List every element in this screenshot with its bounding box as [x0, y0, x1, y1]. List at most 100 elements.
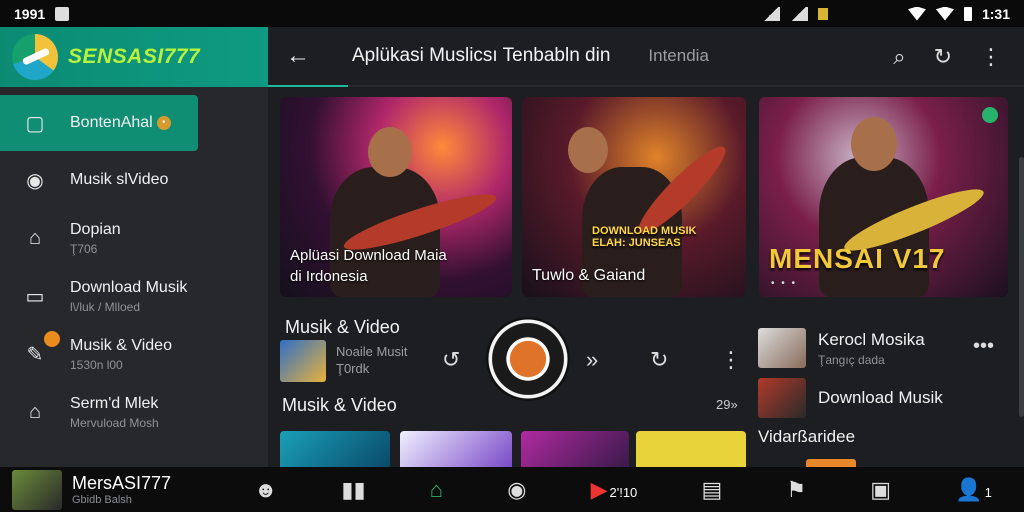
home-icon: ⌂ — [28, 226, 42, 249]
profile-label: 1 — [984, 484, 992, 500]
card-caption: Aplüasi Download Maia di Irdonesia — [290, 247, 447, 285]
signal2-icon — [789, 6, 808, 21]
section-title: Musik & Video — [285, 317, 400, 337]
inbox-icon[interactable]: ▣ — [870, 477, 891, 503]
video-thumbnail-peek[interactable] — [806, 459, 856, 467]
search-icon[interactable]: ⌕ — [893, 44, 905, 70]
item-count: 29» — [716, 397, 738, 412]
bottom-nav: ☻ ▮▮ ⌂ ◉ ▶ 2'!10 ▤ ⚑ ▣ 👤 1 — [222, 477, 1024, 503]
home2-icon: ⌂ — [28, 400, 42, 423]
sidebar-item-label: BontenAhal — [70, 114, 153, 131]
sidebar-item-label: Dopian — [70, 220, 121, 238]
sidebar-item-musik-video-2[interactable]: ✎ Musik & Video 1530n l00 — [0, 325, 268, 383]
battery-icon — [963, 6, 972, 21]
bottom-bar: MersASI777 Gbidb Balsh ☻ ▮▮ ⌂ ◉ ▶ 2'!10 ▤… — [0, 467, 1024, 512]
home-icon[interactable]: ⌂ — [430, 477, 443, 503]
previous-icon[interactable]: ↺ — [442, 347, 460, 373]
fast-forward-icon[interactable]: » — [586, 347, 598, 373]
sidebar-item-home[interactable]: ▢ BontenAhal • — [0, 95, 198, 151]
now-playing-thumbnail[interactable] — [12, 469, 62, 510]
video-tile[interactable] — [636, 431, 746, 467]
artist-head — [568, 127, 608, 173]
video-tile[interactable] — [280, 431, 390, 467]
brand-header[interactable]: SENSASI777 — [0, 27, 268, 87]
sim-icon — [817, 7, 828, 20]
notification-icon — [55, 6, 70, 21]
sidebar-item-sub: l\/luk / Mlloed — [70, 299, 141, 314]
side-list: Kerocl Mosika Ţangıç dada ••• Download M… — [758, 323, 1018, 423]
status-time-left: 1991 — [14, 5, 46, 22]
now-playing-sub: Gbidb Balsh — [72, 494, 132, 506]
flag-icon[interactable]: ⚑ — [786, 477, 806, 503]
next-icon[interactable]: ↻ — [650, 347, 668, 373]
list-thumbnail — [758, 378, 806, 418]
notification-badge — [44, 331, 60, 347]
status-dot-icon — [982, 107, 998, 123]
video-tile[interactable] — [400, 431, 512, 467]
list-thumbnail — [758, 328, 806, 368]
more-vert-icon[interactable]: ⋮ — [720, 347, 742, 373]
edit-icon: ✎ — [26, 343, 44, 366]
wifi2-icon — [935, 6, 954, 21]
artist-head — [368, 127, 412, 177]
card-overlay-text: MENSAI V17 — [769, 243, 946, 274]
list-item-sub: Ţangıç dada — [818, 352, 885, 367]
play-label: 2'!10 — [609, 484, 638, 500]
list-item[interactable]: Kerocl Mosika Ţangıç dada ••• — [758, 323, 1018, 373]
sidebar-item-sub: Ţ706 — [70, 241, 98, 256]
sidebar-item-sub: 1530n l00 — [70, 357, 123, 372]
brand-name: SENSASI777 — [68, 45, 201, 68]
badge-icon: • — [156, 115, 171, 130]
featured-card[interactable]: Aplüasi Download Maia di Irdonesia — [280, 97, 512, 297]
signal-icon — [761, 6, 780, 21]
track-sub: Ţ0rdk — [336, 361, 370, 376]
more-vert-icon[interactable]: ⋮ — [980, 44, 1002, 70]
sidebar-item-label: Musik slVideo — [70, 171, 169, 188]
mask-icon[interactable]: ☻ — [254, 477, 277, 503]
carousel-dots: • • • — [771, 278, 798, 289]
list-item-title: Kerocl Mosika — [818, 329, 925, 349]
card-caption: Tuwlo & Gaiand — [532, 266, 646, 284]
back-arrow-icon[interactable]: ← — [286, 42, 326, 70]
disc-icon[interactable]: ◉ — [507, 477, 526, 503]
top-app-bar: ← Aplükasi Muslicsı Tenbabln din Intendi… — [268, 27, 1024, 87]
card-overlay-text: DOWNLOAD MUSIK ELAH: JUNSEAS — [592, 225, 697, 249]
status-bar: 1991 1:31 — [0, 0, 1024, 27]
sidebar-item-label: Download Musik — [70, 278, 188, 296]
video-tile[interactable] — [521, 431, 629, 467]
featured-card[interactable]: DOWNLOAD MUSIK ELAH: JUNSEAS Tuwlo & Gai… — [522, 97, 746, 297]
media-icon[interactable]: ▮▮ — [341, 477, 365, 503]
more-horiz-icon[interactable]: ••• — [973, 335, 994, 358]
now-playing-title: MersASI777 — [72, 473, 172, 493]
wifi-icon — [907, 6, 926, 21]
sidebar: SENSASI777 ▢ BontenAhal • ◉ Musik slVideo… — [0, 27, 268, 467]
sidebar-item-download[interactable]: ▭ Download Musik l\/luk / Mlloed — [0, 267, 268, 325]
artist-head — [851, 117, 897, 171]
track-title: Noaile Musit — [336, 344, 408, 360]
library-icon[interactable]: ▤ — [701, 477, 722, 503]
refresh-icon[interactable]: ↻ — [934, 44, 952, 70]
play-icon[interactable]: ▶ 2'!10 — [591, 477, 638, 503]
page-subtitle: Intendia — [648, 46, 709, 65]
page-title: Aplükasi Muslicsı Tenbabln din — [352, 45, 611, 66]
profile-icon[interactable]: 👤 1 — [955, 477, 992, 503]
sidebar-item-label: Musik & Video — [70, 336, 172, 354]
list-item-title: Download Musik — [818, 388, 943, 407]
track-thumbnail[interactable] — [280, 340, 326, 382]
tab-indicator — [268, 85, 348, 87]
screen-icon: ▭ — [25, 285, 45, 308]
logo-icon — [12, 34, 58, 80]
sidebar-item-serm[interactable]: ⌂ Serm'd Mlek Mervuload Mosh — [0, 383, 268, 441]
main-content: ← Aplükasi Muslicsı Tenbabln din Intendi… — [268, 27, 1024, 467]
list-item[interactable]: Download Musik — [758, 373, 1018, 423]
featured-cards: Aplüasi Download Maia di Irdonesia DOWNL… — [280, 97, 1010, 297]
scrollbar[interactable] — [1019, 157, 1024, 417]
sidebar-item-label: Serm'd Mlek — [70, 394, 159, 412]
status-time-right: 1:31 — [981, 5, 1010, 22]
sidebar-item-musik-video[interactable]: ◉ Musik slVideo — [0, 151, 268, 209]
section-title: Vidarßaridee — [758, 427, 856, 446]
featured-card[interactable]: MENSAI V17 • • • — [759, 97, 1008, 297]
album-disc[interactable] — [486, 317, 570, 401]
sidebar-item-dopian[interactable]: ⌂ Dopian Ţ706 — [0, 209, 268, 267]
square-note-icon: ▢ — [25, 112, 45, 135]
